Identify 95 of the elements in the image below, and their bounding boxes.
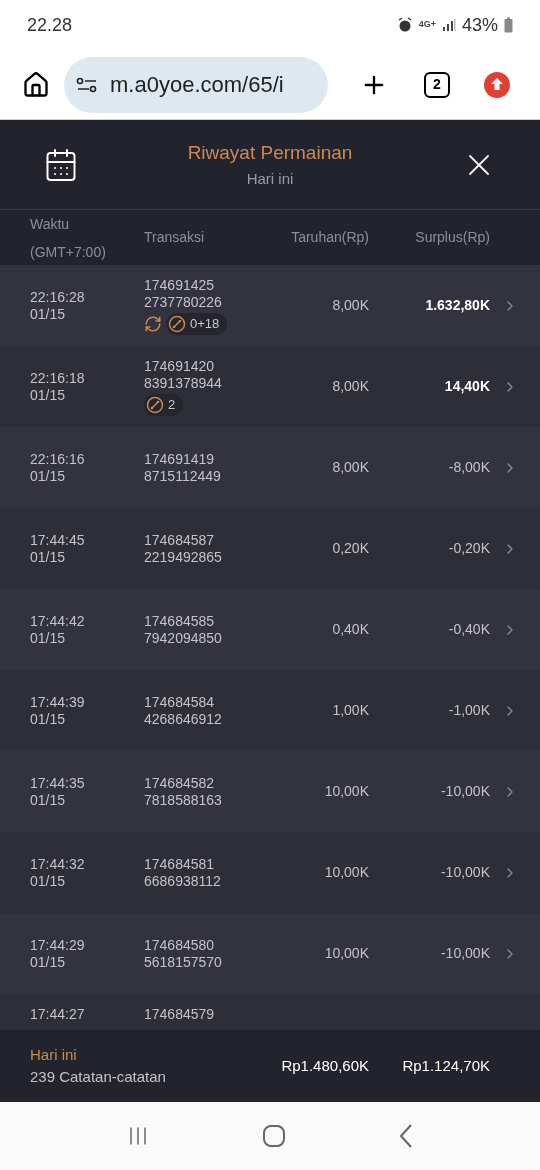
bet-amount: 10,00K xyxy=(324,945,369,961)
row-time: 17:44:35 xyxy=(30,774,86,792)
column-subheader: (GMT+7:00) xyxy=(30,242,107,262)
row-date: 01/15 xyxy=(30,953,67,971)
row-date: 01/15 xyxy=(30,872,67,890)
upload-icon[interactable] xyxy=(484,71,510,98)
transaction-id: 8391378944 xyxy=(144,374,223,392)
footer-period: Hari ini xyxy=(30,1045,78,1065)
status-time: 22.28 xyxy=(27,13,73,37)
battery-icon xyxy=(504,17,513,33)
page-title: Riwayat Permainan xyxy=(187,141,353,165)
link-circle-icon xyxy=(168,314,186,333)
tab-count-button[interactable]: 2 xyxy=(424,71,450,98)
surplus-amount: -0,40K xyxy=(448,621,490,637)
transaction-id: 174691425 xyxy=(144,276,216,294)
transaction-id: 174691420 xyxy=(144,357,216,375)
column-header: Surplus(Rp) xyxy=(415,229,490,245)
refresh-icon xyxy=(144,314,162,333)
surplus-amount: 1.632,80K xyxy=(425,297,490,313)
transaction-id: 5618157570 xyxy=(144,953,223,971)
total-bet: Rp1.480,60K xyxy=(281,1057,369,1074)
row-date: 01/15 xyxy=(30,548,67,566)
transaction-id: 174684584 xyxy=(144,693,216,711)
row-time: 22:16:28 xyxy=(30,288,86,306)
bet-amount: 10,00K xyxy=(324,864,369,880)
row-time: 17:44:42 xyxy=(30,612,86,630)
bet-amount: 1,00K xyxy=(332,702,369,718)
surplus-amount: -10,00K xyxy=(440,783,490,799)
row-time: 17:44:39 xyxy=(30,693,86,711)
column-header: Taruhan(Rp) xyxy=(291,229,369,245)
surplus-amount: 14,40K xyxy=(444,378,490,394)
battery-percent: 43% xyxy=(461,13,498,37)
surplus-amount: -0,20K xyxy=(448,540,490,556)
surplus-amount: -8,00K xyxy=(448,459,490,475)
bet-amount: 0,20K xyxy=(332,540,369,556)
row-time: 17:44:27 xyxy=(30,1006,86,1023)
total-surplus: Rp1.124,70K xyxy=(402,1057,490,1074)
transaction-id: 174684581 xyxy=(144,855,216,873)
link-circle-icon xyxy=(146,395,164,414)
signal-icon xyxy=(441,18,456,32)
row-time: 17:44:32 xyxy=(30,855,86,873)
network-label: 4G+ xyxy=(418,18,436,32)
history-row[interactable]: 17:44:42 01/15 174684585 7942094850 0,40K -0,40K xyxy=(0,589,540,670)
alarm-icon xyxy=(396,17,413,33)
row-time: 22:16:18 xyxy=(30,369,86,387)
site-settings-icon xyxy=(76,76,98,93)
transaction-id: 2737780226 xyxy=(144,293,223,311)
row-date: 01/15 xyxy=(30,386,67,404)
row-date: 01/15 xyxy=(30,629,67,647)
row-date: 01/15 xyxy=(30,467,67,485)
bet-amount: 8,00K xyxy=(332,297,369,313)
home-nav-icon[interactable] xyxy=(262,1124,286,1148)
address-bar[interactable]: m.a0yoe.com/65/i xyxy=(64,56,328,113)
surplus-amount: -10,00K xyxy=(440,945,490,961)
surplus-amount: -10,00K xyxy=(440,864,490,880)
url-text: m.a0yoe.com/65/i xyxy=(110,71,284,99)
column-header: Waktu xyxy=(30,214,71,234)
page-subtitle: Hari ini xyxy=(246,168,294,189)
history-row[interactable]: 17:44:32 01/15 174684581 6686938112 10,00K -10,00K xyxy=(0,832,540,913)
bet-amount: 8,00K xyxy=(332,378,369,394)
transaction-id: 7818588163 xyxy=(144,791,223,809)
history-row[interactable]: 17:44:27 174684579 xyxy=(0,994,540,1030)
history-row[interactable]: 17:44:39 01/15 174684584 4268646912 1,00K -1,00K xyxy=(0,670,540,751)
history-row[interactable]: 17:44:35 01/15 174684582 7818588163 10,00K -10,00K xyxy=(0,751,540,832)
history-row[interactable]: 22:16:28 01/15 174691425 2737780226 0+18 8,00K 1.632,80K xyxy=(0,265,540,346)
transaction-id: 174684582 xyxy=(144,774,216,792)
bet-amount: 10,00K xyxy=(324,783,369,799)
transaction-id: 8715112449 xyxy=(144,467,222,485)
transaction-id: 174684585 xyxy=(144,612,216,630)
transaction-id: 4268646912 xyxy=(144,710,223,728)
history-row[interactable]: 17:44:29 01/15 174684580 5618157570 10,00K -10,00K xyxy=(0,913,540,994)
row-date: 01/15 xyxy=(30,710,67,728)
history-row[interactable]: 17:44:45 01/15 174684587 2219492865 0,20K -0,20K xyxy=(0,508,540,589)
history-row[interactable]: 22:16:18 01/15 174691420 8391378944 2 8,00K 14,40K xyxy=(0,346,540,427)
transaction-id: 174684579 xyxy=(144,1006,216,1023)
row-date: 01/15 xyxy=(30,791,67,809)
row-time: 22:16:16 xyxy=(30,450,86,468)
row-date: 01/15 xyxy=(30,305,67,323)
transaction-id: 174684580 xyxy=(144,936,216,954)
transaction-id: 2219492865 xyxy=(144,548,223,566)
combo-badge: 0+18 xyxy=(166,312,228,335)
column-header: Transaksi xyxy=(144,229,205,245)
transaction-id: 174684587 xyxy=(144,531,216,549)
surplus-amount: -1,00K xyxy=(448,702,490,718)
transaction-id: 7942094850 xyxy=(144,629,223,647)
row-time: 17:44:45 xyxy=(30,531,86,549)
history-row[interactable]: 22:16:16 01/15 174691419 8715112449 8,00K -8,00K xyxy=(0,427,540,508)
record-count: 239 Catatan-catatan xyxy=(30,1067,167,1087)
transaction-id: 174691419 xyxy=(144,450,216,468)
bet-amount: 8,00K xyxy=(332,459,369,475)
row-time: 17:44:29 xyxy=(30,936,86,954)
combo-badge: 2 xyxy=(144,393,184,416)
transaction-id: 6686938112 xyxy=(144,872,222,890)
bet-amount: 0,40K xyxy=(332,621,369,637)
back-icon[interactable] xyxy=(398,1123,414,1149)
